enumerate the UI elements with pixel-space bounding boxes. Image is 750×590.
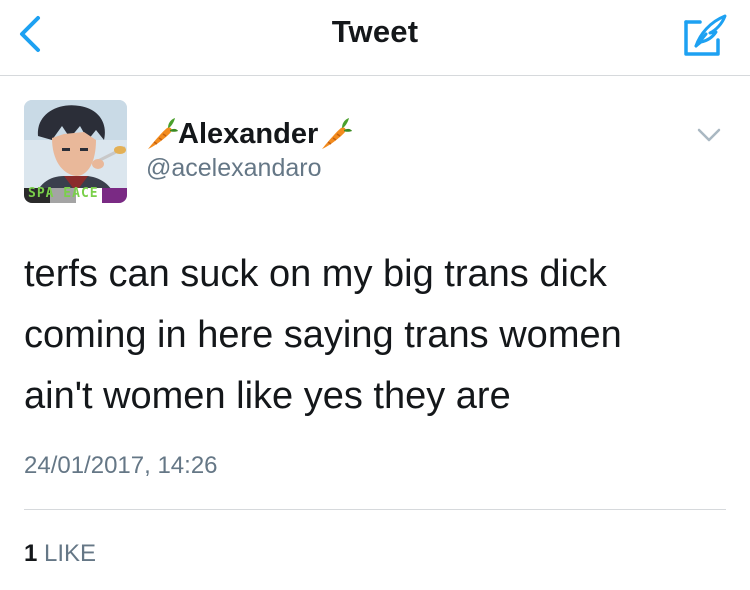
page-title: Tweet (331, 14, 419, 49)
tweet-text-line: terfs can suck on my big trans dick (24, 253, 607, 295)
carrot-emoji-icon (148, 118, 178, 149)
tweet-header: SPA EACE Alexander @acelexandaro (24, 100, 726, 210)
display-name-text: Alexander (178, 117, 319, 150)
display-name[interactable]: Alexander (144, 116, 353, 152)
avatar[interactable]: SPA EACE (24, 100, 127, 203)
tweet-text-line: coming in here saying trans women (24, 314, 622, 356)
compose-button[interactable] (682, 12, 728, 58)
likes-stat[interactable]: 1 LIKE (24, 540, 96, 568)
carrot-emoji-icon (322, 118, 353, 149)
tweet-timestamp: 24/01/2017, 14:26 (24, 452, 218, 479)
user-handle[interactable]: @acelexandaro (146, 154, 352, 183)
chevron-down-icon (697, 128, 721, 142)
user-block[interactable]: Alexander @acelexandaro (144, 116, 353, 183)
likes-label: LIKE (44, 540, 97, 567)
compose-quill-icon (684, 14, 727, 56)
avatar-overlay-text: SPA EACE (28, 186, 99, 201)
divider (24, 509, 726, 510)
more-options-button[interactable] (696, 126, 722, 144)
tweet-text-line: ain't women like yes they are (24, 375, 511, 417)
likes-count: 1 (24, 540, 38, 567)
navigation-bar: Tweet (0, 0, 750, 76)
tweet-text: terfs can suck on my big trans dick comi… (24, 244, 726, 427)
